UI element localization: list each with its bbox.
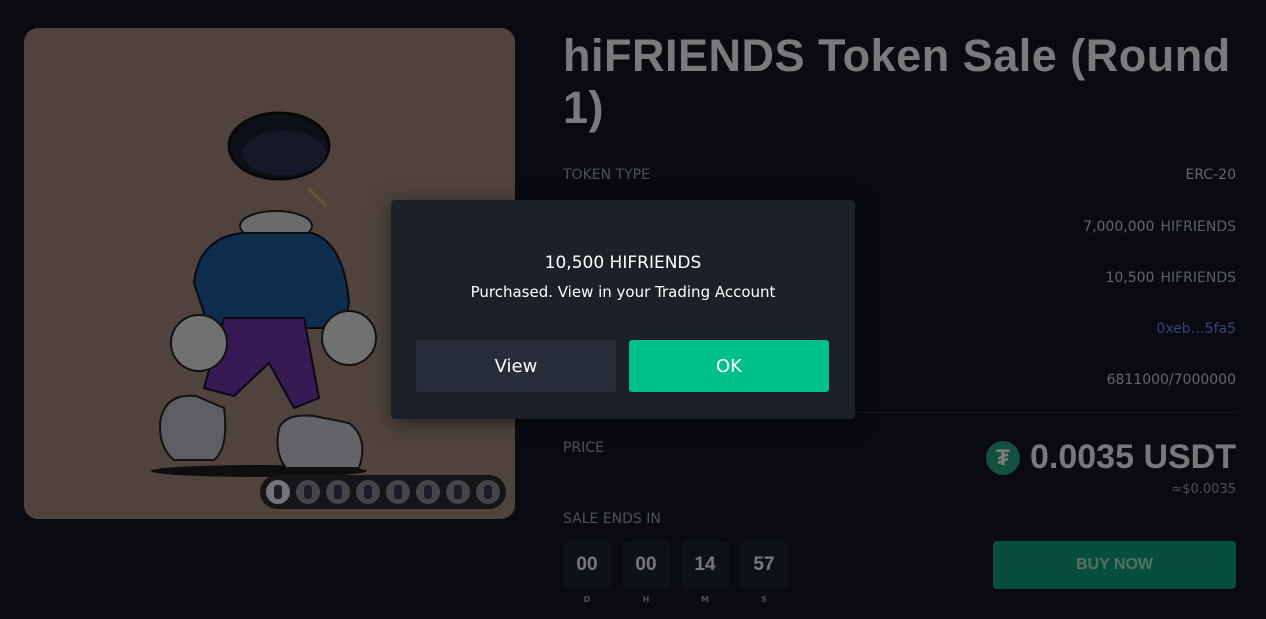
ok-button[interactable]: OK: [629, 340, 829, 392]
purchase-message: Purchased. View in your Trading Account: [470, 283, 776, 301]
view-button[interactable]: View: [416, 340, 616, 392]
purchase-confirmation-modal: 10,500 HIFRIENDS Purchased. View in your…: [391, 200, 855, 419]
purchased-amount: 10,500 HIFRIENDS: [544, 253, 702, 273]
